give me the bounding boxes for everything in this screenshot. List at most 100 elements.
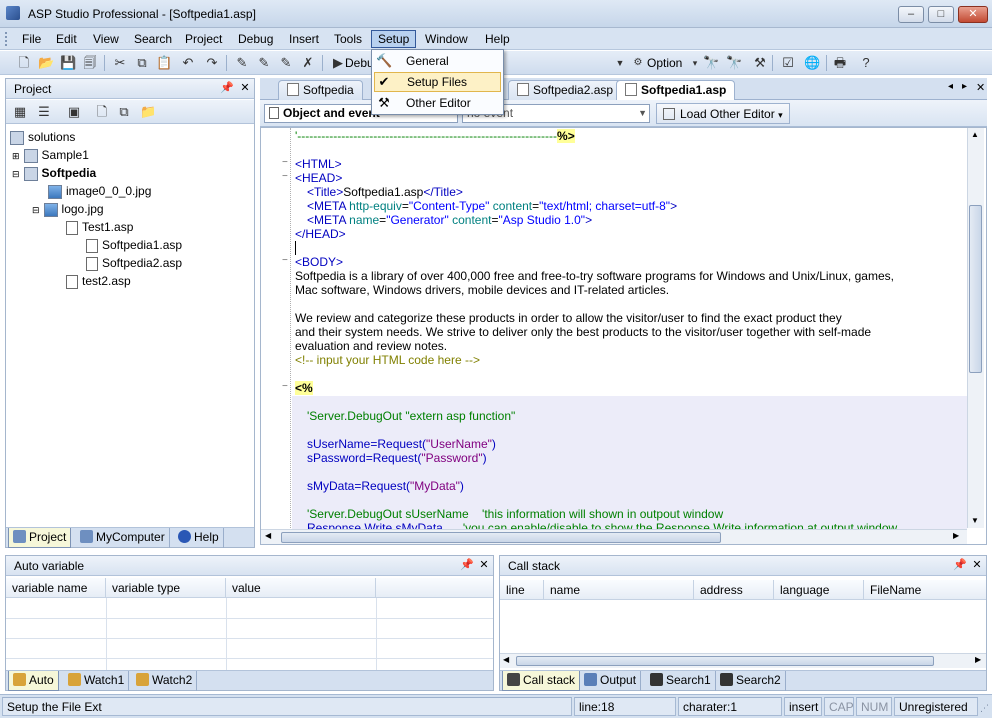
find-next-icon[interactable]: 🔭 [726, 55, 742, 71]
copy-icon[interactable]: ⧉ [134, 55, 150, 71]
open-folder-icon[interactable]: 📂 [38, 55, 54, 71]
redo-icon[interactable]: ↷ [204, 55, 220, 71]
pin-icon[interactable]: 📌 [953, 558, 967, 571]
menu-file[interactable]: File [16, 30, 47, 48]
menu-tools[interactable]: Tools [328, 30, 368, 48]
scroll-left-icon[interactable]: ◀ [265, 531, 271, 540]
outline-icon[interactable]: ☰ [36, 104, 52, 120]
tree-item-solutions[interactable]: solutions [10, 128, 75, 146]
vertical-scroll-thumb[interactable] [969, 205, 982, 373]
menu-view[interactable]: View [87, 30, 125, 48]
tree-item-image[interactable]: image0_0_0.jpg [48, 182, 151, 200]
close-panel-icon[interactable]: ✕ [970, 558, 984, 571]
tree-view-icon[interactable]: ▦ [12, 104, 28, 120]
tree-item-logo[interactable]: ⊟ logo.jpg [32, 200, 104, 218]
paste-icon[interactable]: 📋 [156, 55, 172, 71]
close-panel-icon[interactable]: ✕ [477, 558, 491, 571]
bookmark-icon[interactable]: ✎ [234, 55, 250, 71]
option-dropdown-label[interactable]: Option [647, 56, 682, 70]
tree-item-sample1[interactable]: ⊞ Sample1 [12, 146, 89, 164]
menu-project[interactable]: Project [179, 30, 228, 48]
close-panel-icon[interactable]: ✕ [238, 81, 252, 94]
tab-auto[interactable]: Auto [8, 671, 59, 691]
pin-icon[interactable]: 📌 [460, 558, 474, 571]
tree-item-softpedia2[interactable]: Softpedia2.asp [86, 254, 182, 272]
column-header[interactable]: variable type [106, 578, 226, 598]
scroll-up-icon[interactable]: ▲ [971, 130, 979, 139]
scroll-left-icon[interactable]: ◀ [503, 655, 509, 664]
browse-icon[interactable]: 🌐 [804, 55, 820, 71]
debug-dropdown-arrow-icon[interactable]: ▼ [612, 55, 628, 71]
cut-icon[interactable]: ✂ [112, 55, 128, 71]
tree-item-softpedia[interactable]: ⊟ Softpedia [12, 164, 96, 182]
copy-doc-icon[interactable]: ⧉ [116, 104, 132, 120]
tab-watch2[interactable]: Watch2 [132, 671, 198, 691]
properties-icon[interactable]: ▣ [66, 104, 82, 120]
horizontal-scroll-thumb[interactable] [516, 656, 934, 666]
tab-output[interactable]: Output [580, 671, 642, 691]
scroll-right-icon[interactable]: ▶ [953, 531, 959, 540]
debug-dropdown-label[interactable]: Debu [345, 56, 374, 70]
menu-help[interactable]: Help [479, 30, 516, 48]
new-folder-icon[interactable]: 📁 [140, 104, 156, 120]
load-other-editor-button[interactable]: Load Other Editor ▾ [656, 103, 790, 124]
project-tools-icon[interactable]: ⚒ [752, 55, 768, 71]
new-doc-icon[interactable]: 🗋 [94, 104, 110, 120]
menu-window[interactable]: Window [419, 30, 474, 48]
tab-search1[interactable]: Search1 [646, 671, 716, 691]
resize-grip-icon[interactable]: ⋰ [980, 703, 989, 714]
column-header[interactable]: line [500, 580, 544, 600]
menu-edit[interactable]: Edit [50, 30, 83, 48]
save-icon[interactable]: 💾 [60, 55, 76, 71]
menu-item-setup-files[interactable]: Setup Files [374, 72, 501, 92]
tab-help[interactable]: Help [174, 528, 224, 548]
tab-close-icon[interactable]: ✕ [976, 81, 985, 94]
menu-insert[interactable]: Insert [283, 30, 325, 48]
tree-item-test2[interactable]: test2.asp [66, 272, 131, 290]
close-button[interactable]: ✕ [958, 6, 988, 23]
bookmark-next-icon[interactable]: ✎ [256, 55, 272, 71]
scroll-right-icon[interactable]: ▶ [975, 655, 981, 664]
tree-item-softpedia1[interactable]: Softpedia1.asp [86, 236, 182, 254]
bookmark-prev-icon[interactable]: ✎ [278, 55, 294, 71]
tab-softpedia1[interactable]: Softpedia1.asp [616, 80, 736, 100]
horizontal-scroll-thumb[interactable] [281, 532, 721, 543]
restore-button[interactable]: □ [928, 6, 954, 23]
code-editor[interactable]: '---------------------------------------… [260, 127, 987, 545]
tab-scroll-right-icon[interactable]: ▸ [962, 81, 967, 92]
save-all-icon[interactable]: 🗐 [82, 55, 98, 71]
bookmark-clear-icon[interactable]: ✗ [300, 55, 316, 71]
column-header[interactable]: value [226, 578, 376, 598]
column-header[interactable]: variable name [6, 578, 106, 598]
menu-setup[interactable]: Setup [371, 30, 417, 48]
option-arrow-icon[interactable]: ▾ [687, 55, 703, 71]
tab-watch1[interactable]: Watch1 [64, 671, 130, 691]
undo-icon[interactable]: ↶ [180, 55, 196, 71]
menu-debug[interactable]: Debug [232, 30, 279, 48]
tree-item-test1[interactable]: Test1.asp [66, 218, 133, 236]
check-icon[interactable]: ☑ [780, 55, 796, 71]
tab-mycomputer[interactable]: MyComputer [76, 528, 170, 548]
find-icon[interactable]: 🔭 [703, 55, 719, 71]
pin-icon[interactable]: 📌 [220, 81, 234, 94]
print-icon[interactable]: 🖶 [832, 55, 848, 71]
menu-item-general[interactable]: General [374, 51, 501, 71]
column-header[interactable]: language [774, 580, 864, 600]
column-header[interactable]: address [694, 580, 774, 600]
tab-softpedia2[interactable]: Softpedia2.asp [508, 80, 623, 100]
scroll-down-icon[interactable]: ▼ [971, 516, 979, 525]
help-icon[interactable]: ? [858, 55, 874, 71]
tab-project[interactable]: Project [8, 528, 72, 548]
new-file-icon[interactable]: 🗋 [16, 55, 32, 71]
minimize-button[interactable]: – [898, 6, 924, 23]
tab-scroll-left-icon[interactable]: ◂ [948, 81, 953, 92]
column-header[interactable]: name [544, 580, 694, 600]
tab-search2[interactable]: Search2 [716, 671, 786, 691]
column-header[interactable]: FileName [864, 580, 986, 600]
tab-softpedia[interactable]: Softpedia [278, 80, 363, 100]
menu-item-other-editor[interactable]: Other Editor [374, 93, 501, 113]
option-icon[interactable]: ⚙ [630, 55, 646, 71]
tab-call-stack[interactable]: Call stack [502, 671, 581, 691]
menu-search[interactable]: Search [128, 30, 178, 48]
run-icon[interactable]: ▶ [330, 55, 346, 71]
